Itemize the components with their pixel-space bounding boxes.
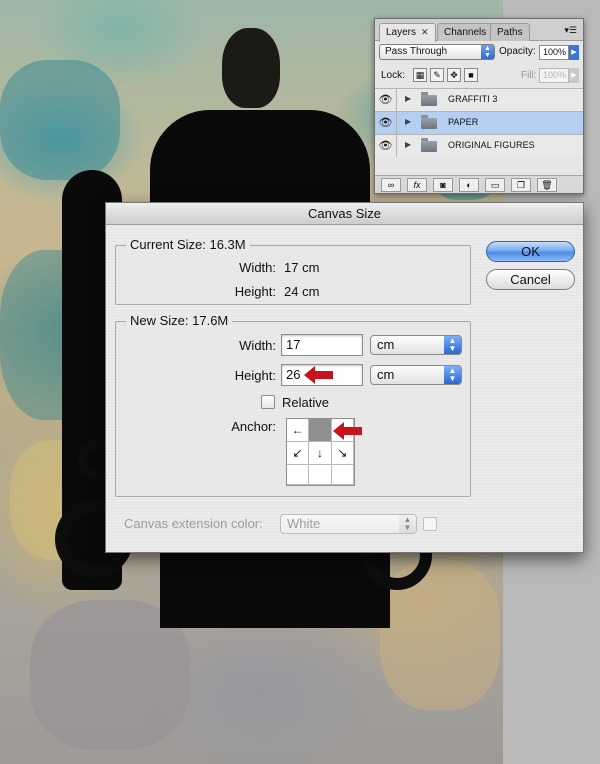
anchor-top-left[interactable]: ←: [287, 419, 310, 442]
anchor-top-center[interactable]: [309, 419, 332, 442]
layers-panel-footer: ∞ fx ◙ ◐ ▭ ❐ 🗑: [375, 175, 583, 193]
width-unit-value: cm: [377, 337, 395, 352]
current-height-value: 24 cm: [284, 284, 320, 299]
blend-mode-value: Pass Through: [385, 46, 448, 57]
width-input[interactable]: 17: [281, 334, 363, 356]
fill-input: 100%: [539, 68, 569, 83]
relative-checkbox[interactable]: [261, 395, 275, 409]
layer-name: PAPER: [448, 117, 479, 127]
anchor-label: Anchor:: [231, 419, 276, 434]
select-stepper-icon: ▲ ▼: [444, 366, 461, 384]
anchor-middle-right[interactable]: ↘: [331, 442, 354, 465]
panel-menu-icon[interactable]: ▾☰: [564, 25, 577, 36]
lock-label: Lock:: [381, 70, 405, 81]
tab-layers[interactable]: Layers ✕: [379, 23, 436, 42]
tab-channels-label: Channels: [444, 27, 487, 38]
blend-row: Pass Through ▲ ▼ Opacity: 100% ▶: [379, 44, 579, 62]
new-height-label: Height:: [234, 368, 276, 383]
lock-move-icon[interactable]: ✥: [447, 68, 461, 82]
select-stepper-icon: ▲ ▼: [481, 45, 494, 59]
eye-icon[interactable]: 👁: [375, 135, 397, 157]
select-stepper-icon: ▲ ▼: [399, 515, 416, 533]
tab-paths[interactable]: Paths: [490, 23, 530, 41]
new-layer-icon[interactable]: ❐: [511, 178, 531, 192]
layer-list: 👁 ▶ GRAFFITI 3 👁 ▶ PAPER 👁 ▶ ORIGINAL FI…: [375, 88, 583, 157]
folder-icon: [421, 138, 437, 152]
red-arrow-anchor-icon: [333, 422, 362, 440]
anchor-bottom-center[interactable]: [309, 465, 332, 485]
expand-triangle-icon[interactable]: ▶: [405, 94, 411, 103]
tab-paths-label: Paths: [497, 27, 523, 38]
fill-arrow-icon: ▶: [569, 68, 579, 83]
figure-head: [222, 28, 280, 108]
new-size-title: New Size: 17.6M: [126, 313, 233, 328]
layers-panel: Layers ✕ Channels Paths ▾☰ Pass Through ▲…: [374, 18, 584, 194]
layer-row-graffiti-3[interactable]: 👁 ▶ GRAFFITI 3: [375, 88, 583, 111]
red-arrow-height-icon: [304, 366, 333, 384]
width-unit-select[interactable]: cm ▲ ▼: [370, 335, 462, 355]
relative-label: Relative: [282, 395, 329, 410]
fill-label: Fill:: [521, 70, 537, 81]
current-height-label: Height:: [234, 284, 276, 299]
layer-row-paper[interactable]: 👁 ▶ PAPER: [375, 111, 583, 134]
expand-triangle-icon[interactable]: ▶: [405, 117, 411, 126]
lock-row: Lock: ▦ ✎ ✥ ■ Fill: 100% ▶: [379, 67, 581, 85]
anchor-bottom-right[interactable]: [331, 465, 354, 485]
opacity-arrow-icon[interactable]: ▶: [569, 45, 579, 60]
lock-brush-icon[interactable]: ✎: [430, 68, 444, 82]
folder-icon: [421, 92, 437, 106]
eye-icon[interactable]: 👁: [375, 112, 397, 134]
link-layers-icon[interactable]: ∞: [381, 178, 401, 192]
figure-lower: [160, 553, 390, 628]
trash-icon[interactable]: 🗑: [537, 178, 557, 192]
panel-tab-bar: Layers ✕ Channels Paths ▾☰: [375, 19, 583, 42]
layer-row-original-figures[interactable]: 👁 ▶ ORIGINAL FIGURES: [375, 134, 583, 157]
ok-button[interactable]: OK: [486, 241, 575, 262]
current-width-label: Width:: [239, 260, 276, 275]
height-unit-value: cm: [377, 367, 395, 382]
height-unit-select[interactable]: cm ▲ ▼: [370, 365, 462, 385]
opacity-input[interactable]: 100%: [539, 45, 569, 60]
cancel-button[interactable]: Cancel: [486, 269, 575, 290]
opacity-label: Opacity:: [499, 46, 536, 57]
current-size-title: Current Size: 16.3M: [126, 237, 250, 252]
expand-triangle-icon[interactable]: ▶: [405, 140, 411, 149]
layer-name: GRAFFITI 3: [448, 94, 498, 104]
eye-icon[interactable]: 👁: [375, 89, 397, 111]
fx-button[interactable]: fx: [407, 178, 427, 192]
blend-mode-select[interactable]: Pass Through ▲ ▼: [379, 44, 495, 60]
current-size-group: Current Size: 16.3M Width: 17 cm Height:…: [115, 237, 471, 305]
anchor-bottom-left[interactable]: [287, 465, 310, 485]
add-mask-icon[interactable]: ◙: [433, 178, 453, 192]
folder-icon: [421, 115, 437, 129]
anchor-middle-center[interactable]: ↓: [309, 442, 332, 465]
current-width-value: 17 cm: [284, 260, 320, 275]
lock-all-icon[interactable]: ■: [464, 68, 478, 82]
tab-channels[interactable]: Channels: [437, 23, 494, 41]
close-icon[interactable]: ✕: [421, 27, 429, 37]
extension-color-select: White ▲ ▼: [280, 514, 417, 534]
paint-stain: [0, 60, 120, 180]
extension-color-swatch: [423, 517, 437, 531]
dialog-title: Canvas Size: [106, 203, 583, 225]
extension-color-value: White: [287, 516, 321, 531]
adjustment-layer-icon[interactable]: ◐: [459, 178, 479, 192]
extension-color-label: Canvas extension color:: [124, 516, 263, 531]
select-stepper-icon: ▲ ▼: [444, 336, 461, 354]
new-size-group: New Size: 17.6M Width: 17 cm ▲ ▼ Height: …: [115, 313, 471, 497]
lock-transparency-icon[interactable]: ▦: [413, 68, 427, 82]
anchor-middle-left[interactable]: ↙: [287, 442, 310, 465]
layer-name: ORIGINAL FIGURES: [448, 140, 535, 150]
tab-layers-label: Layers: [386, 27, 417, 38]
new-group-icon[interactable]: ▭: [485, 178, 505, 192]
new-width-label: Width:: [239, 338, 276, 353]
canvas-size-dialog: Canvas Size Current Size: 16.3M Width: 1…: [105, 202, 584, 553]
